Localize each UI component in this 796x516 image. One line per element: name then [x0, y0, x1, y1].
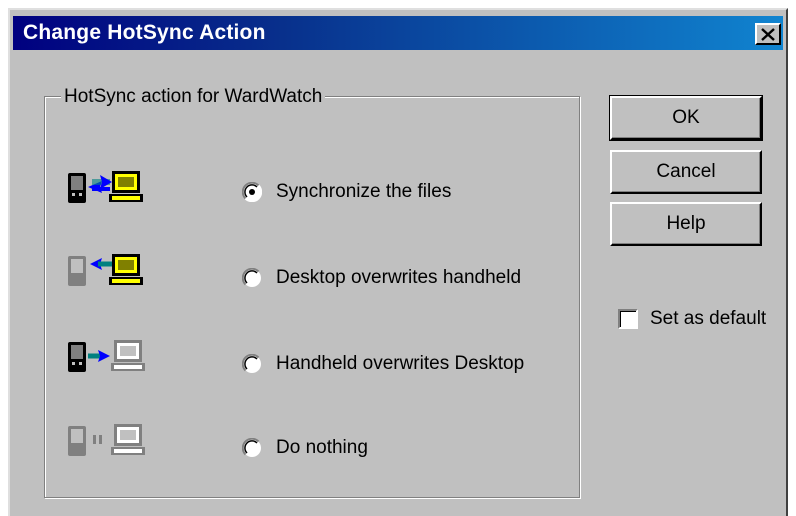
ok-button[interactable]: OK [609, 95, 763, 141]
option-label-desktop-overwrites: Desktop overwrites handheld [276, 267, 522, 288]
title-bar[interactable]: Change HotSync Action [13, 16, 783, 50]
sync-both-icon [68, 171, 143, 203]
option-label-do-nothing: Do nothing [276, 437, 368, 458]
radio-desktop-overwrites[interactable] [242, 268, 262, 288]
desktop-to-handheld-icon [68, 254, 143, 286]
set-default-label: Set as default [650, 308, 767, 329]
option-synchronize[interactable]: Synchronize the files [242, 178, 451, 206]
option-desktop-overwrites[interactable]: Desktop overwrites handheld [242, 264, 521, 292]
option-label-synchronize: Synchronize the files [276, 181, 452, 202]
option-label-handheld-overwrites: Handheld overwrites Desktop [276, 353, 525, 374]
group-legend: HotSync action for WardWatch [61, 86, 326, 108]
help-button[interactable]: Help [610, 202, 762, 246]
close-button[interactable] [755, 23, 781, 45]
option-handheld-overwrites[interactable]: Handheld overwrites Desktop [242, 350, 524, 378]
handheld-to-desktop-icon [68, 340, 145, 372]
close-icon [761, 27, 775, 41]
radio-synchronize-selected[interactable] [242, 182, 262, 202]
option-do-nothing[interactable]: Do nothing [242, 434, 368, 462]
cancel-button[interactable]: Cancel [610, 150, 762, 194]
radio-handheld-overwrites[interactable] [242, 354, 262, 374]
change-hotsync-action-dialog: Change HotSync Action HotSync action for… [8, 8, 788, 516]
set-default-row[interactable]: Set as default [618, 308, 766, 330]
radio-do-nothing[interactable] [242, 438, 262, 458]
set-default-checkbox[interactable] [618, 309, 638, 329]
do-nothing-icon [68, 424, 145, 456]
dialog-title: Change HotSync Action [23, 21, 266, 44]
